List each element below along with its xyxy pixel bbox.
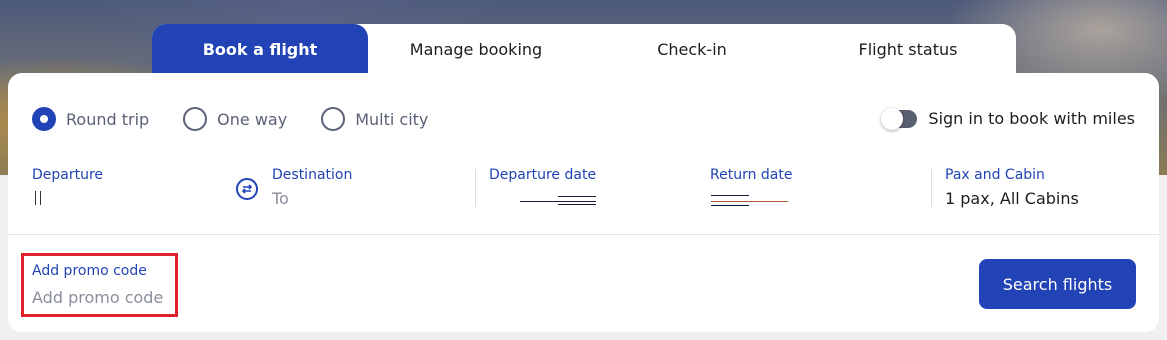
departure-date-label: Departure date — [489, 167, 597, 183]
departure-field[interactable]: Departure — [32, 167, 104, 205]
text-cursor-icon — [35, 191, 41, 205]
radio-checked-icon[interactable] — [32, 107, 56, 131]
date-underline — [711, 205, 749, 206]
destination-field[interactable]: Destination To — [272, 167, 352, 208]
trip-label: One way — [217, 109, 288, 129]
date-underline — [520, 201, 596, 202]
trip-label: Multi city — [355, 109, 429, 129]
tab-book-a-flight[interactable]: Book a flight — [152, 24, 368, 74]
pax-cabin-label: Pax and Cabin — [945, 167, 1045, 183]
destination-placeholder[interactable]: To — [272, 189, 352, 208]
swap-arrows-icon[interactable] — [236, 178, 258, 200]
booking-panel: Round trip One way Multi city Sign in to… — [8, 73, 1159, 332]
trip-type-group: Round trip One way Multi city — [32, 107, 462, 131]
toggle-switch-icon[interactable] — [881, 107, 918, 130]
booking-tabs: Book a flight Manage booking Check-in Fl… — [152, 24, 1016, 74]
field-divider — [931, 169, 932, 207]
departure-label: Departure — [32, 167, 104, 183]
miles-toggle-label: Sign in to book with miles — [928, 109, 1135, 128]
trip-option-one-way[interactable]: One way — [183, 107, 287, 131]
date-underline — [558, 204, 596, 205]
trip-option-multi-city[interactable]: Multi city — [321, 107, 428, 131]
date-underline — [558, 196, 596, 197]
trip-label: Round trip — [66, 109, 150, 129]
destination-label: Destination — [272, 167, 353, 183]
pax-cabin-value: 1 pax, All Cabins — [945, 189, 1079, 208]
pax-cabin-field[interactable]: Pax and Cabin 1 pax, All Cabins — [945, 167, 1079, 208]
tab-manage-booking[interactable]: Manage booking — [368, 24, 584, 74]
promo-code-label: Add promo code — [32, 263, 147, 279]
return-date-label: Return date — [710, 167, 793, 183]
return-date-field[interactable]: Return date — [710, 167, 792, 183]
tab-check-in[interactable]: Check-in — [584, 24, 800, 74]
date-underline — [711, 201, 788, 202]
date-underline — [711, 195, 749, 196]
tab-flight-status[interactable]: Flight status — [800, 24, 1016, 74]
departure-date-field[interactable]: Departure date — [489, 167, 596, 183]
promo-code-input[interactable] — [32, 285, 172, 309]
field-divider — [475, 169, 476, 207]
search-flights-button[interactable]: Search flights — [979, 259, 1136, 309]
radio-unchecked-icon[interactable] — [183, 107, 208, 131]
miles-toggle[interactable]: Sign in to book with miles — [881, 107, 1135, 130]
trip-option-round-trip[interactable]: Round trip — [32, 107, 149, 131]
radio-unchecked-icon[interactable] — [321, 107, 346, 131]
section-divider — [8, 234, 1159, 235]
